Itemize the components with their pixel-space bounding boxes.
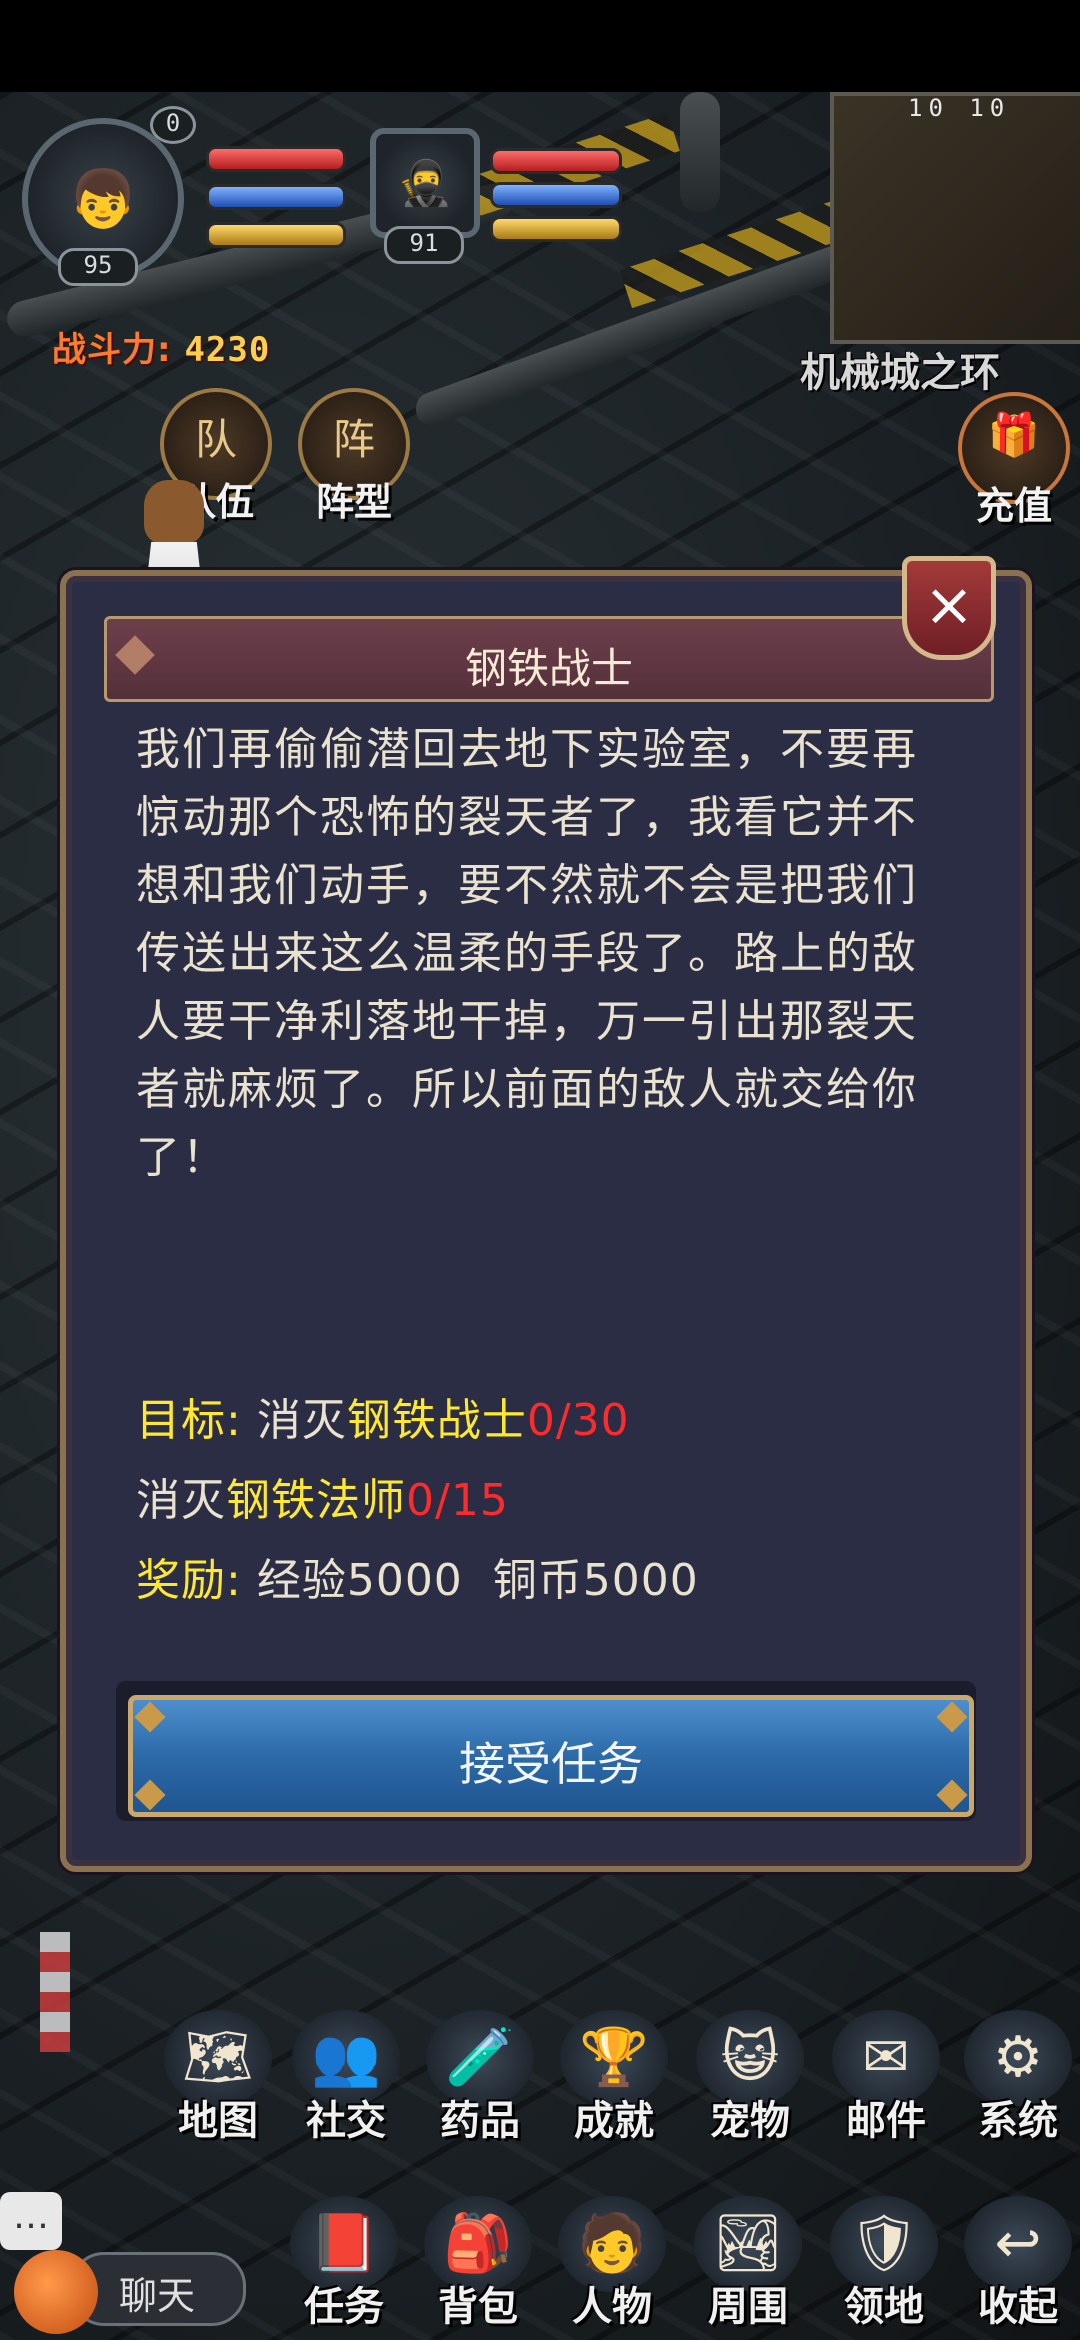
- recharge-label: 充值: [975, 484, 1052, 528]
- goal-action-1: 消灭: [256, 1395, 347, 1446]
- menu-surroundings[interactable]: 🏞 周围: [688, 2196, 808, 2330]
- pumpkin-mascot-icon: [14, 2250, 98, 2334]
- accept-quest-label: 接受任务: [459, 1737, 643, 1791]
- minimap[interactable]: 10 10: [830, 92, 1080, 344]
- traffic-cone: [40, 1932, 70, 2052]
- chat-bubble-icon: …: [0, 2192, 62, 2250]
- menu-quests[interactable]: 📕 任务: [284, 2196, 404, 2330]
- goal-progress-2: 0/15: [406, 1475, 509, 1526]
- quest-goal-line-2: 消灭钢铁法师0/15: [136, 1464, 996, 1528]
- accept-button-frame: 接受任务: [116, 1681, 976, 1821]
- hero-portrait-icon: 👦: [68, 167, 138, 232]
- goal-action-2: 消灭: [136, 1475, 226, 1526]
- pet-exp-bar: [490, 216, 622, 242]
- menu-collapse-label: 收起: [978, 2284, 1058, 2330]
- formation-button[interactable]: 阵 阵型: [298, 388, 410, 524]
- player-level-badge: 95: [58, 248, 138, 286]
- menu-system[interactable]: ⚙ 系统: [958, 2010, 1078, 2144]
- combat-power-value: 4230: [184, 330, 271, 370]
- pet-mp-bar: [490, 182, 622, 208]
- map-coordinates: 10 10: [908, 94, 1011, 122]
- menu-territory[interactable]: 🛡 领地: [824, 2196, 944, 2330]
- gift-icon: 🎁: [987, 410, 1041, 459]
- goal-target-1: 钢铁战士: [346, 1395, 527, 1446]
- player-exp-bar: [206, 222, 346, 248]
- menu-backpack[interactable]: 🎒 背包: [418, 2196, 538, 2330]
- reward-label: 奖励:: [136, 1555, 242, 1606]
- menu-system-label: 系统: [978, 2098, 1058, 2144]
- close-icon: ×: [923, 570, 975, 640]
- menu-collapse[interactable]: ↩ 收起: [958, 2196, 1078, 2330]
- accept-quest-button[interactable]: 接受任务: [128, 1695, 974, 1817]
- menu-potions[interactable]: 🧪 药品: [420, 2010, 540, 2144]
- formation-icon: 阵: [332, 415, 375, 464]
- team-icon: 队: [194, 415, 237, 464]
- pet-hp-bar: [490, 148, 622, 174]
- quest-goal-line-1: 目标: 消灭钢铁战士0/30: [136, 1384, 996, 1448]
- status-bar: [0, 0, 1080, 92]
- combat-power: 战斗力: 4230: [52, 322, 270, 371]
- menu-mail[interactable]: ✉ 邮件: [826, 2010, 946, 2144]
- pet-avatar[interactable]: 🥷: [370, 128, 480, 238]
- quest-description: 我们再偷偷潜回去地下实验室，不要再惊动那个恐怖的裂天者了，我看它并不想和我们动手…: [136, 724, 918, 1183]
- pet-level-badge: 91: [384, 226, 464, 264]
- notification-badge: 0: [150, 106, 196, 144]
- player-hp-bar: [206, 146, 346, 172]
- quest-dialog: 钢铁战士 × 我们再偷偷潜回去地下实验室，不要再惊动那个恐怖的裂天者了，我看它并…: [60, 556, 1032, 1872]
- map-name: 机械城之环: [800, 350, 1000, 396]
- dialog-title: 钢铁战士: [464, 644, 633, 693]
- player-mp-bar: [206, 184, 346, 210]
- combat-power-label: 战斗力:: [52, 330, 172, 370]
- menu-character[interactable]: 🧑 人物: [552, 2196, 672, 2330]
- menu-pets[interactable]: 😺 宠物: [690, 2010, 810, 2144]
- formation-label: 阵型: [315, 480, 392, 524]
- menu-map[interactable]: 🗺 地图: [158, 2010, 278, 2144]
- menu-social[interactable]: 👥 社交: [286, 2010, 406, 2144]
- npc-head: [144, 480, 204, 544]
- menu-achievements[interactable]: 🏆 成就: [554, 2010, 674, 2144]
- recharge-button[interactable]: 🎁 充值: [958, 392, 1070, 528]
- quest-reward-line: 奖励: 经验5000 铜币5000: [136, 1544, 996, 1608]
- dialog-title-bar: 钢铁战士: [104, 616, 994, 702]
- reward-text: 经验5000 铜币5000: [256, 1555, 699, 1606]
- goal-label: 目标:: [136, 1395, 242, 1446]
- goal-target-2: 钢铁法师: [226, 1475, 406, 1526]
- close-button[interactable]: ×: [902, 556, 996, 660]
- pipe-decoration: [680, 92, 720, 212]
- chat-label: 聊天: [119, 2274, 196, 2318]
- ninja-pet-icon: 🥷: [397, 158, 453, 209]
- goal-progress-1: 0/30: [526, 1395, 630, 1446]
